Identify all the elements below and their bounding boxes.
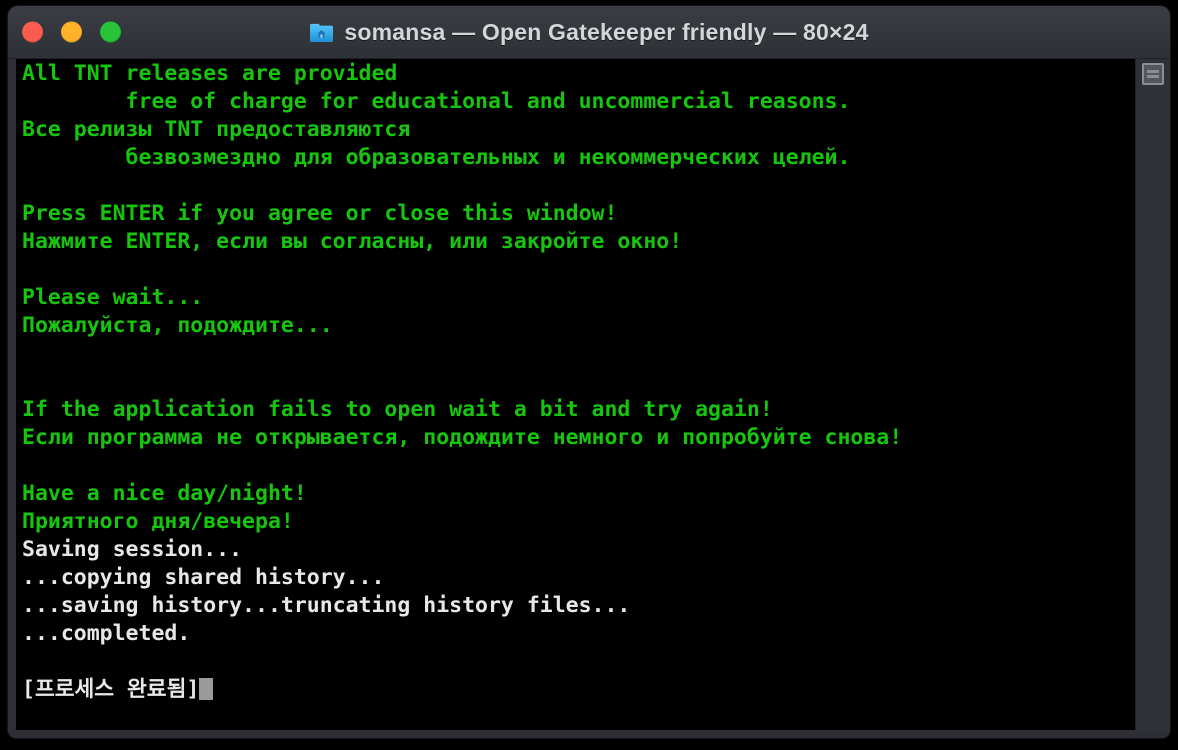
- terminal-line-text: [프로세스 완료됨]: [22, 677, 200, 702]
- terminal-line-text: Пожалуйста, подождите...: [22, 313, 333, 338]
- terminal-line-text: All TNT releases are provided: [22, 61, 398, 86]
- screenshot-root: somansa — Open Gatekeeper friendly — 80×…: [0, 0, 1178, 750]
- window-bottom-edge: [8, 730, 1170, 738]
- terminal-line-text: ...saving history...truncating history f…: [22, 593, 631, 618]
- terminal-line: All TNT releases are provided: [22, 60, 1135, 88]
- terminal-line-text: free of charge for educational and uncom…: [22, 89, 851, 114]
- terminal-window: somansa — Open Gatekeeper friendly — 80×…: [8, 6, 1170, 738]
- window-title-group: somansa — Open Gatekeeper friendly — 80×…: [8, 6, 1170, 58]
- terminal-line: ...copying shared history...: [22, 564, 1135, 592]
- window-controls: [22, 21, 121, 43]
- terminal-line: Все релизы TNT предоставляются: [22, 116, 1135, 144]
- terminal-line-text: Приятного дня/вечера!: [22, 509, 294, 534]
- terminal-line: ...completed.: [22, 620, 1135, 648]
- terminal-line: If the application fails to open wait a …: [22, 396, 1135, 424]
- terminal-line-text: If the application fails to open wait a …: [22, 397, 773, 422]
- terminal-line: Нажмите ENTER, если вы согласны, или зак…: [22, 228, 1135, 256]
- scrollbar-track[interactable]: [1136, 89, 1170, 738]
- terminal-body: All TNT releases are provided free of ch…: [8, 59, 1170, 738]
- terminal-line-text: Saving session...: [22, 537, 243, 562]
- terminal-line: Press ENTER if you agree or close this w…: [22, 200, 1135, 228]
- window-titlebar[interactable]: somansa — Open Gatekeeper friendly — 80×…: [8, 6, 1170, 59]
- terminal-line: ...saving history...truncating history f…: [22, 592, 1135, 620]
- terminal-line-text: Нажмите ENTER, если вы согласны, или зак…: [22, 229, 683, 254]
- terminal-line-text: Все релизы TNT предоставляются: [22, 117, 411, 142]
- scrollbar-thumb[interactable]: [1142, 63, 1164, 85]
- terminal-line: Пожалуйста, подождите...: [22, 312, 1135, 340]
- terminal-line-text: ...completed.: [22, 621, 191, 646]
- terminal-screen[interactable]: All TNT releases are provided free of ch…: [16, 59, 1135, 738]
- terminal-line: Если программа не открывается, подождите…: [22, 424, 1135, 452]
- home-folder-icon: [309, 21, 334, 44]
- terminal-line-text: Please wait...: [22, 285, 204, 310]
- terminal-line: Saving session...: [22, 536, 1135, 564]
- terminal-line: Please wait...: [22, 284, 1135, 312]
- close-button[interactable]: [22, 21, 43, 43]
- terminal-line-text: Если программа не открывается, подождите…: [22, 425, 903, 450]
- terminal-left-gutter: [8, 59, 16, 738]
- zoom-button[interactable]: [100, 21, 121, 43]
- terminal-line: Have a nice day/night!: [22, 480, 1135, 508]
- terminal-line: free of charge for educational and uncom…: [22, 88, 1135, 116]
- terminal-cursor: [199, 678, 214, 700]
- terminal-line: [프로세스 완료됨]: [22, 676, 1135, 704]
- terminal-line-text: безвозмездно для образовательных и неком…: [22, 145, 851, 170]
- terminal-scrollbar[interactable]: [1135, 59, 1170, 738]
- window-title-text: somansa — Open Gatekeeper friendly — 80×…: [344, 18, 869, 45]
- minimize-button[interactable]: [61, 21, 82, 43]
- terminal-output: All TNT releases are provided free of ch…: [22, 60, 1135, 704]
- terminal-line-text: Have a nice day/night!: [22, 481, 307, 506]
- terminal-line: безвозмездно для образовательных и неком…: [22, 144, 1135, 172]
- terminal-line-text: Press ENTER if you agree or close this w…: [22, 201, 618, 226]
- terminal-line-text: ...copying shared history...: [22, 565, 385, 590]
- terminal-line: Приятного дня/вечера!: [22, 508, 1135, 536]
